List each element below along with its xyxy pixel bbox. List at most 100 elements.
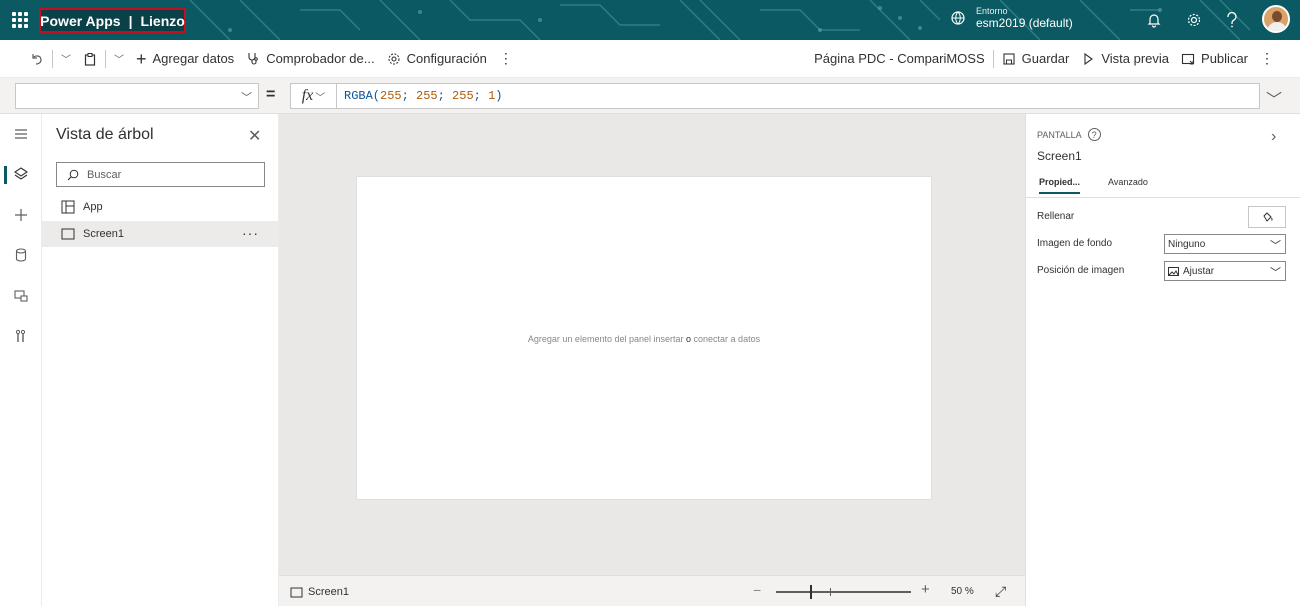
database-icon[interactable] [0, 239, 42, 271]
divider [52, 49, 53, 68]
close-icon[interactable]: ✕ [248, 126, 261, 146]
status-bar: Screen1 − + 50 % ⤢ [279, 575, 1025, 606]
control-type-label: PANTALLA [1037, 129, 1082, 140]
top-banner: Power Apps | Lienzo Entorno esm2019 (def… [0, 0, 1300, 40]
insert-plus-icon[interactable] [0, 199, 42, 231]
save-icon [1003, 52, 1015, 65]
formula-arg: 255 [380, 89, 402, 103]
bell-icon[interactable] [1144, 10, 1164, 30]
formula-function: RGBA( [344, 89, 381, 103]
tools-icon[interactable] [0, 320, 42, 352]
formula-separator: ; [473, 89, 489, 103]
properties-tabs: Propied... Avanzado [1026, 172, 1300, 198]
app-name[interactable]: Página PDC - CompariMOSS [808, 44, 991, 74]
background-image-dropdown[interactable]: Ninguno ﹀ [1164, 234, 1286, 254]
app-checker-button[interactable]: Comprobador de... [240, 44, 380, 74]
image-position-dropdown[interactable]: Ajustar ﹀ [1164, 261, 1286, 281]
undo-dropdown[interactable]: ﹀ [55, 44, 77, 74]
environment-label: Entorno [976, 6, 1008, 16]
hint-text: conectar a datos [691, 334, 761, 344]
tree-item-screen1[interactable]: Screen1 ··· [42, 221, 279, 247]
zoom-slider-tick [830, 588, 831, 596]
more-options-button[interactable]: ⋮ [1254, 44, 1280, 74]
chevron-down-icon: ﹀ [1270, 240, 1281, 252]
help-icon[interactable]: ? [1087, 128, 1101, 141]
function-button[interactable]: fx ﹀ [290, 83, 336, 109]
chevron-down-icon: ﹀ [315, 92, 326, 104]
app-name-label: Página PDC - CompariMOSS [814, 51, 985, 66]
tree-item-app[interactable]: App [42, 194, 279, 220]
screen-icon [290, 587, 303, 597]
publish-icon [1181, 53, 1195, 64]
formula-arg: 255 [416, 89, 438, 103]
zoom-slider[interactable] [776, 591, 911, 593]
title-separator: | [128, 12, 133, 29]
undo-icon [32, 53, 42, 65]
tree-view-title: Vista de árbol [56, 126, 154, 143]
media-icon[interactable] [0, 280, 42, 312]
tree-item-label: Screen1 [83, 228, 124, 240]
add-data-label: Agregar datos [152, 51, 235, 66]
left-rail [0, 114, 42, 606]
globe-icon [951, 11, 965, 25]
plus-icon: + [136, 48, 147, 69]
command-bar: ﹀ ﹀ + Agregar datos Comprobador de... Co… [0, 40, 1300, 78]
gear-icon[interactable] [1184, 10, 1204, 30]
more-commands-button[interactable]: ⋮ [493, 44, 519, 74]
menu-icon[interactable] [0, 118, 42, 150]
paste-button[interactable] [77, 44, 103, 74]
settings-label: Configuración [406, 51, 487, 66]
app-type: Lienzo [140, 12, 185, 29]
zoom-slider-thumb[interactable] [810, 585, 812, 599]
divider [105, 49, 106, 68]
more-vertical-icon: ⋮ [498, 50, 513, 66]
search-input[interactable]: Buscar [56, 162, 265, 187]
search-icon [67, 169, 79, 180]
tree-view-panel: Vista de árbol ✕ Buscar App Screen1 ··· [42, 114, 279, 606]
help-icon[interactable] [1222, 10, 1242, 30]
screen-selector[interactable]: Screen1 [290, 586, 349, 598]
settings-button[interactable]: Configuración [381, 44, 493, 74]
publish-label: Publicar [1201, 51, 1248, 66]
user-avatar[interactable] [1262, 5, 1290, 33]
app-checker-label: Comprobador de... [266, 51, 375, 66]
more-horizontal-icon[interactable]: ··· [242, 225, 259, 241]
hint-text: Agregar un elemento del panel insertar [527, 334, 687, 344]
publish-button[interactable]: Publicar [1175, 44, 1254, 74]
property-dropdown[interactable]: ﹀ [15, 83, 259, 109]
fx-icon: fx [301, 87, 314, 104]
layers-icon[interactable] [0, 158, 42, 190]
environment-picker[interactable]: Entorno esm2019 (default) [950, 6, 1073, 30]
fill-color-picker[interactable] [1248, 206, 1286, 228]
chevron-right-icon[interactable]: › [1271, 128, 1276, 146]
zoom-in-button[interactable]: + [921, 581, 930, 598]
circuit-pattern [189, 0, 1251, 40]
product-name: Power Apps [40, 12, 121, 29]
divider [992, 49, 994, 68]
equals-sign: = [266, 86, 276, 103]
properties-panel: PANTALLA ? › Screen1 Propied... Avanzado… [1025, 114, 1300, 606]
formula-input[interactable]: RGBA(255; 255; 255; 1) [336, 83, 1260, 109]
app-launcher-icon[interactable] [12, 12, 28, 28]
zoom-out-button[interactable]: − [753, 582, 761, 598]
app-icon [61, 200, 75, 214]
fullscreen-icon[interactable]: ⤢ [995, 583, 1006, 600]
formula-arg: 255 [452, 89, 474, 103]
gear-icon [388, 52, 400, 65]
paste-dropdown[interactable]: ﹀ [108, 44, 130, 74]
play-icon [1084, 52, 1094, 65]
formula-separator: ; [437, 89, 453, 103]
screen-canvas[interactable]: Agregar un elemento del panel insertar o… [356, 176, 932, 500]
preview-button[interactable]: Vista previa [1075, 44, 1175, 74]
save-button[interactable]: Guardar [996, 44, 1076, 74]
undo-button[interactable] [24, 44, 50, 74]
add-data-button[interactable]: + Agregar datos [130, 44, 240, 74]
image-icon [1168, 266, 1179, 276]
tab-advanced[interactable]: Avanzado [1108, 177, 1148, 192]
background-image-label: Imagen de fondo [1037, 238, 1113, 249]
environment-name: esm2019 (default) [976, 16, 1073, 30]
tab-properties[interactable]: Propied... [1039, 177, 1081, 194]
expand-formula-icon[interactable]: ﹀ [1266, 86, 1282, 110]
save-label: Guardar [1021, 51, 1070, 66]
background-image-value: Ninguno [1168, 238, 1206, 250]
